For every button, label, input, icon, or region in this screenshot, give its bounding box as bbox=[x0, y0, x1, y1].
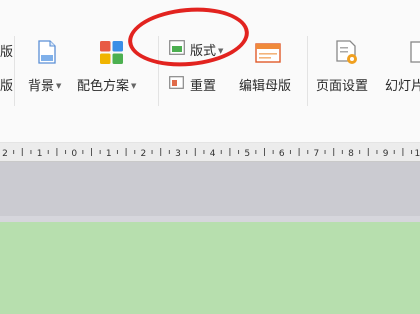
ruler-label: 5 bbox=[244, 149, 250, 159]
horizontal-ruler: 21012345678910 bbox=[0, 143, 420, 162]
edit-master-label: 编辑母版 bbox=[239, 79, 292, 94]
partial-top-label[interactable]: 版 bbox=[0, 41, 13, 60]
ruler-label: 7 bbox=[314, 149, 320, 159]
ruler-label: 1 bbox=[37, 149, 43, 159]
slideshow-label: 幻灯片 bbox=[385, 79, 420, 94]
color-scheme-icon bbox=[100, 41, 123, 64]
chevron-down-icon: ▼ bbox=[131, 82, 137, 90]
chevron-down-icon: ▼ bbox=[56, 82, 62, 90]
ruler-label: 3 bbox=[175, 149, 181, 159]
ruler-ticks: 21012345678910 bbox=[2, 148, 420, 159]
workspace-background bbox=[0, 162, 420, 222]
ruler-label: 2 bbox=[141, 149, 147, 159]
page-setup-icon bbox=[336, 40, 357, 64]
annotation-circle bbox=[125, 2, 252, 72]
ruler-label: 0 bbox=[71, 149, 77, 159]
ruler-label: 10 bbox=[414, 149, 420, 159]
background-icon bbox=[38, 40, 56, 64]
ruler-label: 6 bbox=[279, 149, 285, 159]
ruler-label: 2 bbox=[2, 149, 8, 159]
edit-master-icon bbox=[255, 43, 281, 63]
partial-bottom-label[interactable]: 版 bbox=[0, 75, 13, 94]
separator bbox=[307, 36, 308, 106]
ruler-label: 9 bbox=[383, 149, 389, 159]
separator bbox=[14, 36, 15, 106]
ruler-label: 8 bbox=[348, 149, 354, 159]
slide-canvas[interactable] bbox=[0, 222, 420, 314]
ruler-label: 1 bbox=[106, 149, 112, 159]
background-label: 背景 bbox=[28, 79, 55, 94]
ribbon-toolbar: 版 版 背景 ▼ 配色方案 ▼ 版式 ▼ 重置 编辑母版 页面设置 幻灯片 bbox=[0, 0, 420, 143]
reset-icon bbox=[169, 76, 184, 89]
slideshow-icon bbox=[410, 41, 420, 63]
ruler-label: 4 bbox=[210, 149, 216, 159]
reset-label: 重置 bbox=[190, 79, 217, 94]
color-scheme-label: 配色方案 bbox=[77, 79, 130, 94]
page-setup-label: 页面设置 bbox=[316, 79, 369, 94]
